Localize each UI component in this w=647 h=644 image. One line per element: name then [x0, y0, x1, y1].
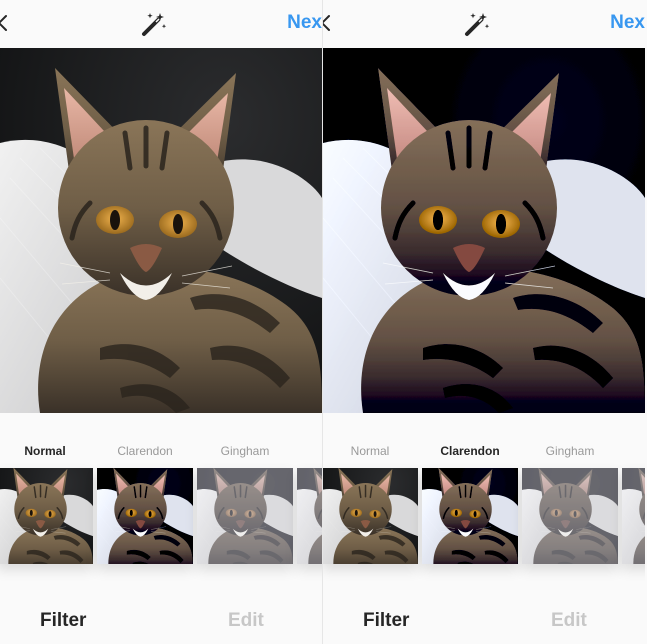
top-bar: Nex: [0, 0, 322, 48]
filter-label-clarendon: Clarendon: [440, 444, 500, 458]
tab-filter[interactable]: Filter: [40, 610, 86, 632]
filter-strip: Normal Clarendon Gingham: [323, 430, 645, 570]
filter-thumb-clarendon[interactable]: [97, 468, 193, 564]
magic-wand-icon[interactable]: [463, 10, 491, 38]
filter-thumb-gingham[interactable]: [197, 468, 293, 564]
next-button[interactable]: Nex: [287, 12, 322, 34]
top-bar: Nex: [323, 0, 645, 48]
photo-preview-clarendon: [323, 48, 645, 413]
tab-edit[interactable]: Edit: [551, 610, 587, 632]
filter-screen-left: Nex Normal Clarendon Gingham Filter Edit: [0, 0, 322, 644]
filter-thumb-normal[interactable]: [323, 468, 418, 564]
filter-strip: Normal Clarendon Gingham: [0, 430, 322, 570]
filter-thumb-next[interactable]: [297, 468, 322, 564]
filter-label-normal: Normal: [350, 444, 390, 458]
bottom-tab-bar: Filter Edit: [323, 598, 645, 644]
chevron-left-icon[interactable]: [0, 14, 12, 32]
filter-thumb-next[interactable]: [622, 468, 645, 564]
photo-preview: [0, 48, 322, 413]
filter-label-gingham: Gingham: [220, 444, 270, 458]
tab-filter[interactable]: Filter: [363, 610, 409, 632]
chevron-left-icon[interactable]: [323, 14, 335, 32]
bottom-tab-bar: Filter Edit: [0, 598, 322, 644]
magic-wand-icon[interactable]: [140, 10, 168, 38]
filter-label-clarendon: Clarendon: [117, 444, 173, 458]
filter-thumb-normal[interactable]: [0, 468, 93, 564]
filter-label-normal: Normal: [24, 444, 66, 458]
filter-thumb-gingham[interactable]: [522, 468, 618, 564]
filter-screen-right: Nex Normal Clarendon Gingham Filter Edit: [323, 0, 645, 644]
filter-label-gingham: Gingham: [545, 444, 595, 458]
tab-edit[interactable]: Edit: [228, 610, 264, 632]
filter-thumb-clarendon[interactable]: [422, 468, 518, 564]
next-button[interactable]: Nex: [610, 12, 645, 34]
